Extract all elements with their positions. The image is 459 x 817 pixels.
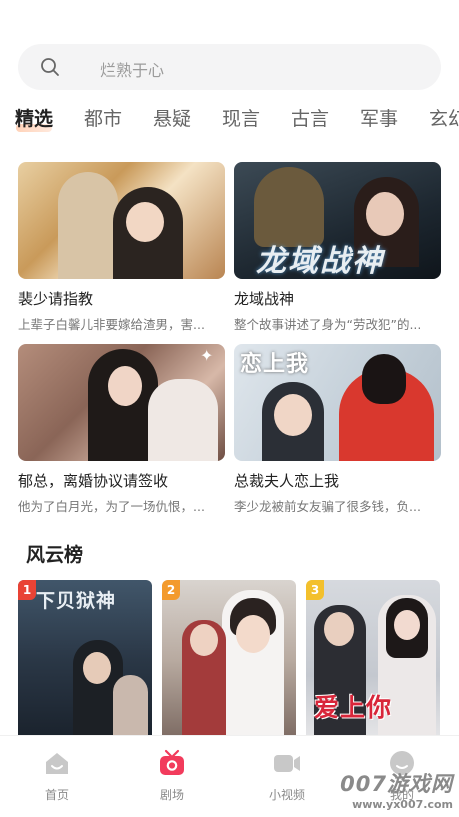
ranking-item[interactable]: 爱上你 3 [306, 580, 440, 740]
drama-title: 总裁夫人恋上我 [234, 472, 340, 490]
search-bar[interactable]: 烂熟于心 [18, 44, 441, 90]
poster-title-text: 爱上你 [314, 693, 393, 722]
ranking-item[interactable]: 2 [162, 580, 296, 740]
tab-fantasy[interactable]: 玄幻 [429, 104, 459, 131]
drama-thumbnail[interactable]: 龙域战神 [234, 162, 441, 279]
rank-badge: 3 [306, 580, 324, 600]
drama-card[interactable]: ✦ 郁总，离婚协议请签收 他为了白月光，为了一场仇恨，... [18, 344, 225, 514]
search-placeholder: 烂熟于心 [100, 61, 165, 80]
rank-badge: 2 [162, 580, 180, 600]
search-icon [41, 58, 59, 76]
nav-item-home[interactable]: 首页 [17, 748, 97, 803]
drama-description: 上辈子白馨儿非要嫁给渣男，害... [18, 317, 205, 332]
nav-label-short-video: 小视频 [268, 788, 305, 802]
tab-military[interactable]: 军事 [360, 104, 398, 131]
drama-thumbnail[interactable] [18, 162, 225, 279]
drama-card[interactable]: 恋上我 总裁夫人恋上我 李少龙被前女友骗了很多钱，负... [234, 344, 441, 514]
drama-card[interactable]: 龙域战神 龙域战神 整个故事讲述了身为“劳改犯”的... [234, 162, 441, 332]
drama-description: 他为了白月光，为了一场仇恨，... [18, 499, 205, 514]
theater-icon [160, 749, 184, 775]
video-icon [274, 755, 300, 772]
drama-title: 郁总，离婚协议请签收 [18, 472, 169, 490]
tab-featured[interactable]: 精选 [15, 104, 53, 131]
watermark-url: www.yx007.com [352, 798, 453, 811]
nav-item-short-video[interactable]: 小视频 [247, 748, 327, 803]
ranking-item[interactable]: 下贝狱神 1 [18, 580, 152, 740]
tab-modern-romance[interactable]: 现言 [222, 104, 260, 131]
category-tabs: 精选 都市 悬疑 现言 古言 军事 玄幻 [0, 104, 459, 138]
drama-title: 龙域战神 [234, 290, 295, 308]
poster-title-text: 下贝狱神 [36, 590, 117, 612]
watermark: 007游戏网 www.yx007.com [340, 768, 453, 811]
rank-badge: 1 [18, 580, 36, 600]
poster-title-text: 恋上我 [240, 352, 310, 377]
nav-label-theater: 剧场 [159, 788, 184, 802]
drama-description: 整个故事讲述了身为“劳改犯”的... [234, 317, 422, 332]
drama-thumbnail[interactable]: 恋上我 [234, 344, 441, 461]
sparkle-icon: ✦ [200, 346, 214, 365]
nav-label-home: 首页 [44, 788, 69, 802]
tab-suspense[interactable]: 悬疑 [153, 104, 191, 131]
drama-title: 裴少请指教 [18, 290, 94, 308]
drama-thumbnail[interactable]: ✦ [18, 344, 225, 461]
ranking-section-title: 风云榜 [26, 544, 84, 566]
tab-ancient-romance[interactable]: 古言 [291, 104, 329, 131]
tab-urban[interactable]: 都市 [84, 104, 122, 131]
poster-title-text: 龙域战神 [256, 244, 384, 279]
drama-description: 李少龙被前女友骗了很多钱，负... [234, 499, 421, 514]
drama-card[interactable]: 裴少请指教 上辈子白馨儿非要嫁给渣男，害... [18, 162, 225, 332]
watermark-text: 007游戏网 [340, 772, 453, 796]
home-icon [46, 753, 68, 774]
nav-item-theater[interactable]: 剧场 [132, 748, 212, 803]
